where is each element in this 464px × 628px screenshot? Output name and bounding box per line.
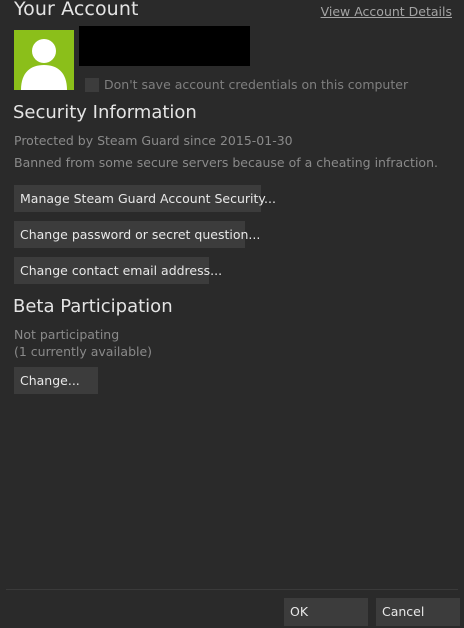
dont-save-credentials-label: Don't save account credentials on this c…: [104, 77, 409, 92]
manage-steam-guard-button[interactable]: Manage Steam Guard Account Security...: [14, 185, 276, 212]
view-account-details-link[interactable]: View Account Details: [321, 4, 452, 19]
dont-save-credentials-checkbox[interactable]: [85, 77, 99, 92]
change-email-button[interactable]: Change contact email address...: [14, 257, 222, 284]
user-avatar-icon: [21, 39, 67, 90]
avatar: [14, 30, 74, 90]
beta-change-button[interactable]: Change...: [14, 367, 98, 394]
cancel-button[interactable]: Cancel: [376, 598, 460, 626]
dont-save-credentials-row[interactable]: Don't save account credentials on this c…: [85, 77, 408, 92]
account-name-redacted: [79, 26, 250, 66]
page-title: Your Account: [14, 0, 139, 20]
security-heading: Security Information: [13, 102, 197, 123]
beta-available: (1 currently available): [14, 344, 153, 359]
beta-heading: Beta Participation: [13, 296, 173, 317]
steam-guard-status: Protected by Steam Guard since 2015-01-3…: [14, 133, 293, 148]
change-password-button[interactable]: Change password or secret question...: [14, 221, 260, 248]
footer-divider: [6, 589, 458, 590]
beta-status: Not participating: [14, 327, 120, 342]
ok-button[interactable]: OK: [284, 598, 368, 626]
ban-status: Banned from some secure servers because …: [14, 155, 438, 170]
